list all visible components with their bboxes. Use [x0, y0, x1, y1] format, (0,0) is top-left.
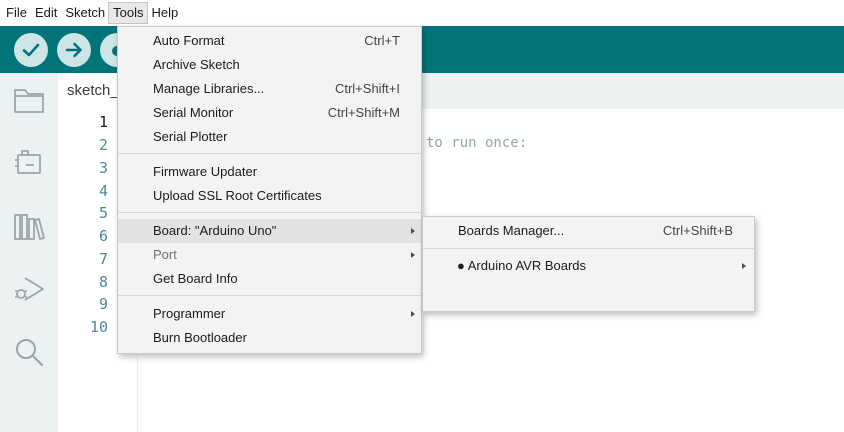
menu-item-manage-libraries[interactable]: Manage Libraries... Ctrl+Shift+I [118, 77, 421, 101]
menu-separator [118, 153, 421, 154]
menu-item-label: Firmware Updater [153, 164, 258, 179]
menu-item-label: Archive Sketch [153, 57, 240, 72]
library-icon [14, 214, 45, 240]
line-number: 9 [98, 295, 108, 313]
menu-sketch[interactable]: Sketch [61, 3, 109, 23]
menu-item-shortcut: Ctrl+Shift+B [662, 223, 733, 238]
menu-item-serial-plotter[interactable]: Serial Plotter [118, 125, 421, 149]
menu-item-label: Programmer [153, 306, 226, 321]
code-comment: to run once: [426, 135, 528, 151]
tools-menu: Auto Format Ctrl+T Archive Sketch Manage… [117, 26, 422, 354]
menu-item-serial-monitor[interactable]: Serial Monitor Ctrl+Shift+M [118, 101, 421, 125]
sketchbook-button[interactable] [12, 83, 46, 117]
menu-item-label: Serial Monitor [153, 105, 234, 120]
line-number: 6 [98, 227, 108, 245]
menu-item-label: Serial Plotter [153, 129, 228, 144]
menu-item-upload-ssl-root-certificates[interactable]: Upload SSL Root Certificates [118, 184, 421, 208]
menu-separator [118, 295, 421, 296]
debugger-button[interactable] [12, 272, 46, 306]
menu-item-firmware-updater[interactable]: Firmware Updater [118, 160, 421, 184]
line-number: 2 [98, 136, 108, 154]
menu-item-shortcut: Ctrl+Shift+I [334, 81, 400, 96]
menubar: File Edit Sketch Tools Help [0, 0, 844, 26]
menu-item-label: Upload SSL Root Certificates [153, 188, 322, 203]
submenu-arrow-icon [411, 252, 415, 258]
menu-item-label: Manage Libraries... [153, 81, 265, 96]
board-icon [15, 150, 41, 174]
sidebar [0, 73, 58, 432]
menu-item-board[interactable]: Board: "Arduino Uno" [118, 219, 421, 243]
line-number: 7 [98, 250, 108, 268]
menu-tools[interactable]: Tools [108, 2, 149, 24]
menu-item-label: Burn Bootloader [153, 330, 247, 345]
verify-button[interactable] [14, 33, 48, 67]
menu-item-label: Get Board Info [153, 271, 238, 286]
debug-icon [15, 277, 44, 301]
line-number: 5 [98, 204, 108, 222]
menu-item-label: Board: "Arduino Uno" [153, 223, 277, 238]
folder-icon [14, 89, 44, 113]
menu-separator [423, 248, 754, 249]
library-manager-button[interactable] [12, 209, 46, 243]
menu-item-archive-sketch[interactable]: Archive Sketch [118, 53, 421, 77]
menu-item-label: Port [153, 247, 177, 262]
menu-item-label: Auto Format [153, 33, 225, 48]
menu-separator [118, 212, 421, 213]
menu-item-label: Boards Manager... [458, 223, 565, 238]
submenu-arrow-icon [411, 228, 415, 234]
menu-item-shortcut: Ctrl+T [364, 33, 400, 48]
menu-item-burn-bootloader[interactable]: Burn Bootloader [118, 326, 421, 350]
line-number: 4 [98, 182, 108, 200]
menu-item-port[interactable]: Port [118, 243, 421, 267]
menu-item-programmer[interactable]: Programmer [118, 302, 421, 326]
checkmark-icon [22, 43, 40, 57]
line-number: 10 [89, 318, 108, 336]
menu-file[interactable]: File [2, 3, 31, 23]
line-number: 8 [98, 273, 108, 291]
search-button[interactable] [12, 335, 46, 369]
menu-item-boards-manager[interactable]: Boards Manager... Ctrl+Shift+B [423, 219, 754, 243]
menu-help[interactable]: Help [147, 3, 182, 23]
board-submenu: Boards Manager... Ctrl+Shift+B ● Arduino… [422, 216, 755, 312]
menu-item-shortcut: Ctrl+Shift+M [327, 105, 400, 120]
menu-edit[interactable]: Edit [31, 3, 61, 23]
boards-manager-button[interactable] [12, 146, 46, 180]
menu-item-label: ● Arduino AVR Boards [457, 258, 587, 273]
menu-item-get-board-info[interactable]: Get Board Info [118, 267, 421, 291]
menu-item-auto-format[interactable]: Auto Format Ctrl+T [118, 29, 421, 53]
upload-button[interactable] [57, 33, 91, 67]
line-number: 1 [98, 113, 108, 131]
line-number: 3 [98, 159, 108, 177]
menu-item-arduino-avr-boards[interactable]: ● Arduino AVR Boards [423, 254, 754, 278]
arrow-right-icon [65, 42, 82, 58]
submenu-arrow-icon [411, 311, 415, 317]
search-icon [16, 339, 44, 367]
submenu-arrow-icon [742, 263, 746, 269]
